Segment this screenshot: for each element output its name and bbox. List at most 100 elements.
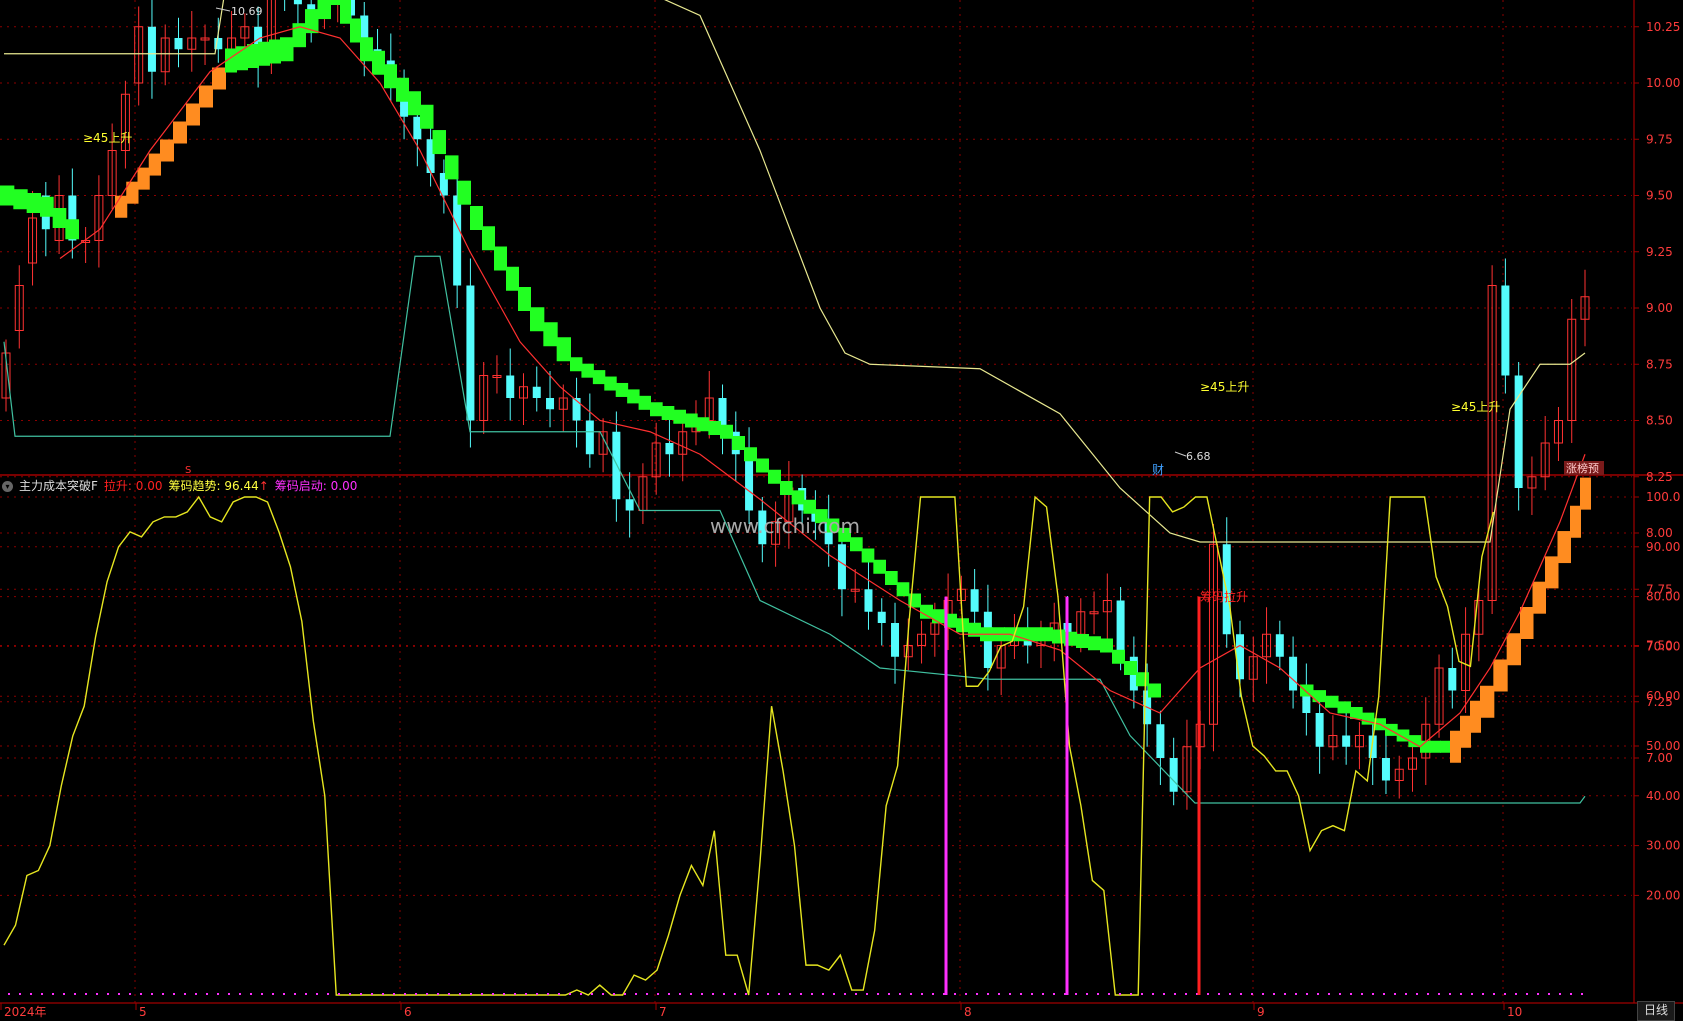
- baseline-dot: [294, 993, 296, 995]
- candle: [745, 427, 754, 524]
- candle: [1222, 517, 1231, 648]
- cost-band-block: [420, 104, 434, 129]
- baseline-dot: [833, 993, 835, 995]
- osc-tick-label: 30.00: [1646, 839, 1680, 853]
- cost-band-block: [317, 0, 331, 20]
- indicator-trend-arrow: ↑: [258, 479, 269, 493]
- baseline-dot: [767, 993, 769, 995]
- cost-band-block: [1520, 607, 1534, 639]
- candle: [1, 339, 11, 412]
- baseline-dot: [19, 993, 21, 995]
- baseline-dot: [866, 993, 868, 995]
- indicator-trend-label: 筹码趋势:: [168, 479, 221, 493]
- baseline-dot: [1284, 993, 1286, 995]
- candle-body: [1156, 724, 1165, 758]
- baseline-dot: [1581, 993, 1583, 995]
- baseline-dot: [228, 993, 230, 995]
- baseline-dot: [437, 993, 439, 995]
- candle: [293, 0, 302, 27]
- candle: [1089, 591, 1099, 635]
- candle: [585, 393, 594, 468]
- cost-band-block: [744, 447, 757, 462]
- price-tick-label: 8.50: [1646, 414, 1673, 428]
- cost-band-block: [1440, 740, 1451, 753]
- baseline-dot: [1042, 993, 1044, 995]
- baseline-dot: [679, 993, 681, 995]
- candle-body: [1342, 735, 1351, 747]
- candle-body: [147, 26, 156, 72]
- candle-body: [453, 195, 462, 286]
- baseline-dot: [723, 993, 725, 995]
- baseline-dot: [1141, 993, 1143, 995]
- candle-body: [546, 398, 555, 410]
- indicator-pull-value: 0.00: [135, 479, 163, 493]
- candle: [1169, 737, 1178, 806]
- candle: [1156, 710, 1165, 785]
- baseline-dot: [371, 993, 373, 995]
- candle-body: [1169, 758, 1178, 792]
- candle: [718, 384, 727, 455]
- baseline-dot: [613, 993, 615, 995]
- baseline-dot: [1086, 993, 1088, 995]
- osc-tick-label: 80.00: [1646, 590, 1680, 604]
- candle: [917, 620, 927, 664]
- indicator-start-label: 筹码启动:: [274, 479, 327, 493]
- cost-band-block: [1532, 581, 1546, 614]
- candle: [200, 24, 210, 65]
- baseline-dot: [151, 993, 153, 995]
- cost-band-block: [280, 37, 294, 62]
- cost-band-block: [556, 337, 571, 362]
- baseline-dot: [63, 993, 65, 995]
- baseline-dot: [1482, 993, 1484, 995]
- baseline-dot: [250, 993, 252, 995]
- candle-body: [864, 589, 873, 612]
- candle: [1448, 647, 1457, 709]
- time-tick-label: 6: [404, 1005, 412, 1019]
- baseline-dot: [1053, 993, 1055, 995]
- cost-band-block: [13, 189, 28, 210]
- osc-tick-label: 50.00: [1646, 739, 1680, 753]
- baseline-dot: [1207, 993, 1209, 995]
- cost-band-block: [26, 193, 41, 213]
- candle-body: [970, 589, 979, 612]
- baseline-dot: [844, 993, 846, 995]
- cost-band-block: [756, 458, 769, 473]
- cost-band-block: [160, 139, 174, 162]
- baseline-dot: [129, 993, 131, 995]
- cost-band-block: [581, 363, 594, 378]
- baseline-dot: [272, 993, 274, 995]
- candle: [492, 355, 502, 394]
- osc-tick-label: 60.00: [1646, 689, 1680, 703]
- candle: [134, 6, 144, 106]
- baseline-dot: [239, 993, 241, 995]
- baseline-dot: [1460, 993, 1462, 995]
- baseline-dot: [470, 993, 472, 995]
- candle: [94, 175, 104, 268]
- baseline-dot: [701, 993, 703, 995]
- indicator-trend-item: 筹码趋势: 96.44↑: [169, 479, 269, 493]
- indicator-header: ▾ 主力成本突破F 拉升: 0.00 筹码趋势: 96.44↑ 筹码启动: 0.…: [0, 477, 357, 495]
- candle: [479, 362, 489, 434]
- baseline-dot: [1361, 993, 1363, 995]
- cost-band-block: [861, 548, 875, 563]
- price-tick-label: 10.25: [1646, 20, 1680, 34]
- baseline-dot: [965, 993, 967, 995]
- timeframe-button[interactable]: 日线: [1636, 1001, 1675, 1021]
- osc-tick-label: 40.00: [1646, 789, 1680, 803]
- cost-band-block: [518, 287, 531, 311]
- cost-band-block: [52, 208, 67, 228]
- cost-band-block: [1076, 634, 1089, 648]
- candle: [1208, 524, 1218, 752]
- baseline-dot: [1471, 993, 1473, 995]
- indicator-name[interactable]: 主力成本突破F: [19, 479, 98, 493]
- candle: [214, 17, 223, 63]
- watermark: www.cfchi.com: [710, 514, 860, 538]
- baseline-dot: [976, 993, 978, 995]
- cost-band-block: [720, 424, 733, 439]
- candle-body: [1501, 285, 1510, 376]
- baseline-dot: [1438, 993, 1440, 995]
- candle: [1315, 699, 1324, 774]
- chevron-down-icon[interactable]: ▾: [2, 480, 13, 492]
- cost-band-block: [1450, 730, 1461, 763]
- baseline-dot: [635, 993, 637, 995]
